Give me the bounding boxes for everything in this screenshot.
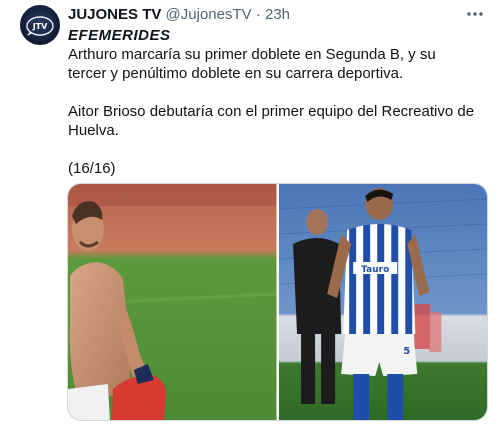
avatar-logo-text: JTV bbox=[32, 22, 48, 31]
photo-arthuro[interactable] bbox=[68, 184, 277, 420]
tweet-header: JUJONES TV @JujonesTV · 23h bbox=[68, 5, 460, 25]
separator-dot: · bbox=[255, 6, 261, 23]
photo-aitor-brioso-image: Tauro 5 bbox=[278, 184, 487, 420]
tweet[interactable]: JTV JUJONES TV @JujonesTV · 23h EFEMERID… bbox=[0, 0, 500, 427]
tweet-paragraph-2: Aitor Brioso debutaría con el primer equ… bbox=[68, 103, 479, 139]
photo-arthuro-image bbox=[68, 184, 277, 420]
jersey-sponsor-text: Tauro bbox=[361, 265, 389, 275]
more-options-icon bbox=[467, 12, 483, 16]
jujones-logo-icon: JTV bbox=[26, 16, 54, 36]
tweet-paragraph-1: Arthuro marcaría su primer doblete en Se… bbox=[68, 46, 440, 82]
timestamp[interactable]: 23h bbox=[265, 6, 290, 23]
media-grid: Tauro 5 bbox=[67, 183, 488, 421]
more-options-button[interactable] bbox=[464, 4, 486, 24]
photo-aitor-brioso[interactable]: Tauro 5 bbox=[278, 184, 487, 420]
tweet-paragraph-3: (16/16) bbox=[68, 160, 116, 177]
avatar[interactable]: JTV bbox=[20, 5, 60, 45]
shorts-number-text: 5 bbox=[403, 346, 410, 357]
tweet-heading: EFEMERIDES bbox=[68, 27, 171, 44]
display-name[interactable]: JUJONES TV bbox=[68, 6, 161, 23]
tweet-text: EFEMERIDES Arthuro marcaría su primer do… bbox=[68, 26, 478, 178]
user-handle[interactable]: @JujonesTV bbox=[166, 6, 252, 23]
